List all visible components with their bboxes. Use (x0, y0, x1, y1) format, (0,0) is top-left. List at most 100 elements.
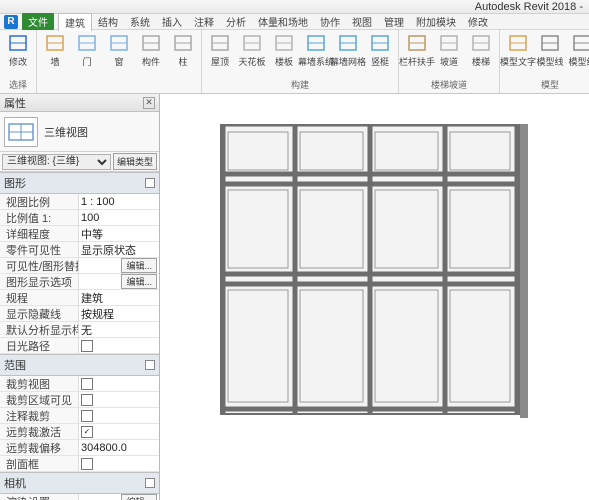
properties-title: 属性 (4, 95, 26, 111)
menu-tab-7[interactable]: 协作 (314, 13, 346, 31)
ribbon-label: 窗 (114, 55, 123, 68)
ribbon-btn-窗[interactable]: 窗 (105, 32, 133, 68)
prop-row[interactable]: 剖面框 (0, 456, 159, 472)
prop-row[interactable]: 注释裁剪 (0, 408, 159, 424)
prop-row[interactable]: 比例值 1:100 (0, 210, 159, 226)
ribbon-btn-栏杆扶手[interactable]: 栏杆扶手 (403, 32, 431, 68)
prop-row[interactable]: 日光路径 (0, 338, 159, 354)
ribbon-label: 修改 (9, 55, 27, 68)
ribbon-btn-墙[interactable]: 墙 (41, 32, 69, 68)
prop-row[interactable]: 显示隐藏线按规程 (0, 306, 159, 322)
ribbon-btn-幕墙系统[interactable]: 幕墙系统 (302, 32, 330, 68)
prop-key: 渲染设置 (0, 494, 78, 500)
ribbon-label: 楼梯 (472, 55, 490, 68)
prop-row[interactable]: 渲染设置 编辑... (0, 494, 159, 500)
menu-tab-5[interactable]: 分析 (220, 13, 252, 31)
prop-section-1[interactable]: 范围 (0, 354, 159, 376)
ribbon-icon (406, 32, 428, 54)
ribbon-group-1: 墙 门窗 构件柱 (37, 30, 202, 93)
ribbon-label: 墙 (50, 55, 59, 68)
prop-edit-button[interactable]: 编辑... (121, 258, 157, 273)
prop-row[interactable]: 图形显示选项编辑... (0, 274, 159, 290)
ribbon-btn-楼梯[interactable]: 楼梯 (467, 32, 495, 68)
ribbon-btn-屋顶[interactable]: 屋顶 (206, 32, 234, 68)
prop-value[interactable]: 中等 (78, 226, 159, 241)
ribbon-group-label: 模型 (541, 78, 559, 91)
prop-value[interactable] (78, 392, 159, 407)
prop-value[interactable] (78, 456, 159, 471)
prop-row[interactable]: 零件可见性显示原状态 (0, 242, 159, 258)
properties-panel: 属性 ✕ 三维视图 三维视图: {三维} 编辑类型 图形视图比例1 : 100比… (0, 94, 160, 500)
menu-tab-4[interactable]: 注释 (188, 13, 220, 31)
prop-row[interactable]: 默认分析显示样式无 (0, 322, 159, 338)
prop-row[interactable]: 裁剪区域可见 (0, 392, 159, 408)
ribbon-label: 屋顶 (211, 55, 229, 68)
prop-value[interactable] (78, 408, 159, 423)
app-logo[interactable]: R (4, 15, 18, 29)
prop-row[interactable]: 远剪裁偏移304800.0 (0, 440, 159, 456)
ribbon-label: 坡道 (440, 55, 458, 68)
prop-value[interactable]: 100 (78, 210, 159, 225)
menu-tab-11[interactable]: 修改 (462, 13, 494, 31)
prop-value[interactable]: 1 : 100 (78, 194, 159, 209)
prop-edit-button[interactable]: 编辑... (121, 274, 157, 289)
drawing-canvas[interactable] (160, 94, 589, 500)
menu-tab-1[interactable]: 结构 (92, 13, 124, 31)
prop-row[interactable]: 可见性/图形替换 编辑... (0, 258, 159, 274)
menu-tab-8[interactable]: 视图 (346, 13, 378, 31)
properties-header: 属性 ✕ (0, 94, 159, 112)
ribbon-btn-门[interactable]: 门 (73, 32, 101, 68)
prop-value[interactable] (78, 424, 159, 439)
edit-type-button[interactable]: 编辑类型 (113, 153, 157, 170)
prop-value[interactable]: 按规程 (78, 306, 159, 321)
prop-value[interactable] (78, 338, 159, 353)
ribbon-btn-坡道[interactable]: 坡道 (435, 32, 463, 68)
prop-key: 显示隐藏线 (0, 306, 78, 322)
ribbon-btn-楼板[interactable]: 楼板 (270, 32, 298, 68)
prop-value[interactable]: 无 (78, 322, 159, 337)
menu-tabs: 建筑结构系统插入注释分析体量和场地协作视图管理附加模块修改 (58, 13, 494, 31)
prop-row[interactable]: 规程建筑 (0, 290, 159, 306)
view-select[interactable]: 三维视图: {三维} (2, 154, 111, 170)
prop-row[interactable]: 远剪裁激活 (0, 424, 159, 440)
menu-tab-3[interactable]: 插入 (156, 13, 188, 31)
prop-section-2[interactable]: 相机 (0, 472, 159, 494)
prop-value[interactable]: 建筑 (78, 290, 159, 305)
menu-tab-0[interactable]: 建筑 (58, 13, 92, 31)
ribbon-btn-幕墙网格[interactable]: 幕墙网格 (334, 32, 362, 68)
prop-key: 可见性/图形替换 (0, 258, 78, 274)
prop-key: 比例值 1: (0, 210, 78, 226)
ribbon-icon (539, 32, 561, 54)
prop-section-0[interactable]: 图形 (0, 172, 159, 194)
type-selector-row[interactable]: 三维视图 (0, 112, 159, 152)
ribbon-btn-模型组[interactable]: 模型组 (568, 32, 589, 68)
prop-value[interactable]: 编辑... (78, 258, 159, 273)
prop-row[interactable]: 裁剪视图 (0, 376, 159, 392)
menu-tab-10[interactable]: 附加模块 (410, 13, 462, 31)
prop-row[interactable]: 详细程度中等 (0, 226, 159, 242)
ribbon-btn-修改[interactable]: 修改 (4, 32, 32, 68)
prop-edit-button[interactable]: 编辑... (121, 494, 157, 500)
ribbon-btn-竖梃[interactable]: 竖梃 (366, 32, 394, 68)
file-menu[interactable]: 文件 (22, 13, 54, 30)
ribbon-label: 幕墙网格 (330, 55, 366, 68)
menu-tab-6[interactable]: 体量和场地 (252, 13, 314, 31)
ribbon-btn-天花板[interactable]: 天花板 (238, 32, 266, 68)
type-thumbnail (4, 117, 38, 147)
prop-value[interactable]: 编辑... (78, 274, 159, 289)
prop-value[interactable]: 304800.0 (78, 440, 159, 455)
ribbon-btn-模型线[interactable]: 模型线 (536, 32, 564, 68)
close-icon[interactable]: ✕ (143, 97, 155, 109)
prop-value[interactable] (78, 376, 159, 391)
prop-key: 注释裁剪 (0, 408, 78, 424)
prop-value[interactable]: 编辑... (78, 494, 159, 500)
prop-row[interactable]: 视图比例1 : 100 (0, 194, 159, 210)
ribbon-btn-模型文字[interactable]: 模型文字 (504, 32, 532, 68)
ribbon-icon (7, 32, 29, 54)
ribbon-btn-柱[interactable]: 柱 (169, 32, 197, 68)
menu-tab-2[interactable]: 系统 (124, 13, 156, 31)
menu-tab-9[interactable]: 管理 (378, 13, 410, 31)
ribbon-btn-构件[interactable]: 构件 (137, 32, 165, 68)
prop-key: 远剪裁偏移 (0, 440, 78, 456)
prop-value[interactable]: 显示原状态 (78, 242, 159, 257)
